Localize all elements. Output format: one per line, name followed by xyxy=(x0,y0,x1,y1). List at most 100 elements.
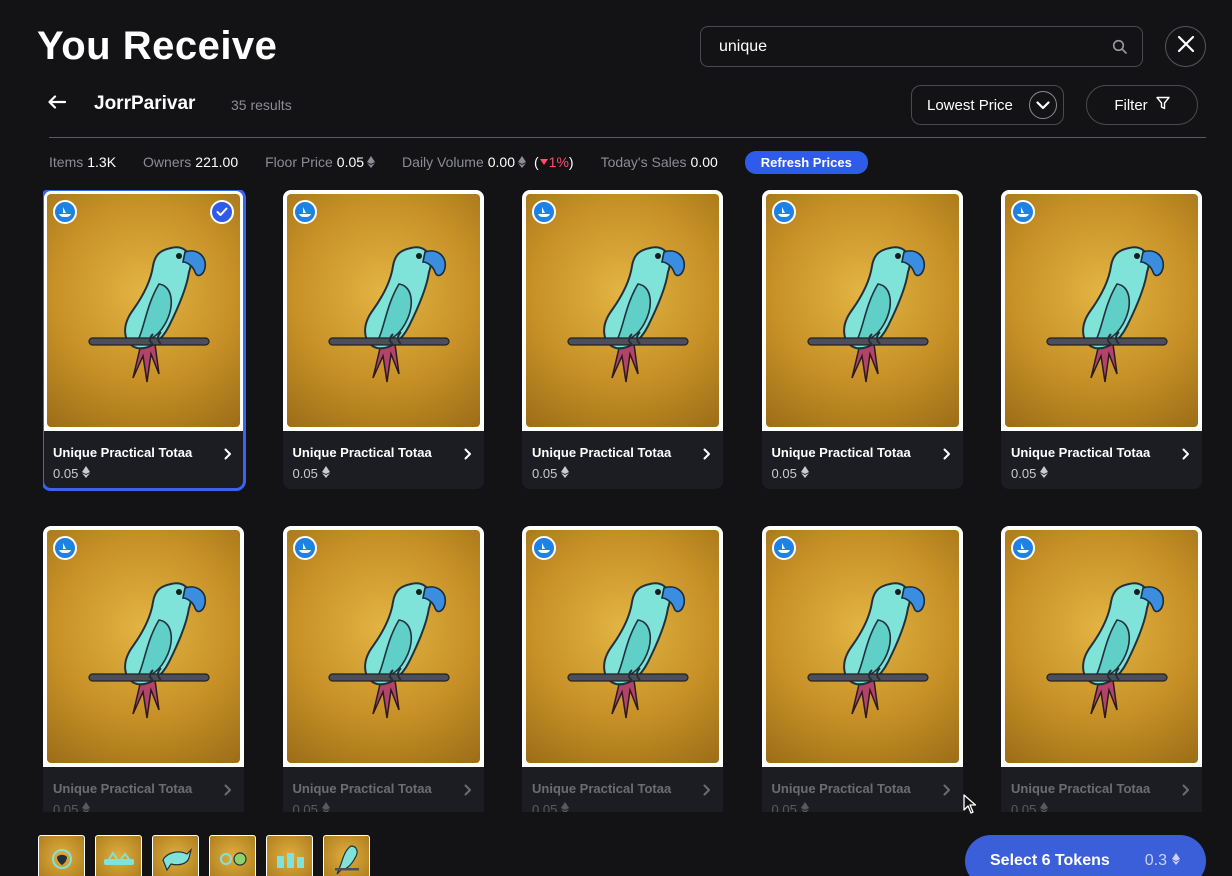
chevron-right-icon[interactable] xyxy=(464,783,474,795)
token-image xyxy=(286,530,480,763)
page-title: You Receive xyxy=(37,24,278,68)
eth-icon xyxy=(518,156,526,168)
select-total-amount: 0.3 xyxy=(1144,852,1167,869)
token-name: Unique Practical Totaa xyxy=(53,445,193,460)
token-image xyxy=(47,530,240,763)
select-tokens-button[interactable]: Select 6 Tokens 0.3 xyxy=(965,835,1206,876)
token-image xyxy=(526,530,719,763)
token-name: Unique Practical Totaa xyxy=(292,445,432,460)
parrot-image-icon xyxy=(567,246,689,383)
chevron-right-icon[interactable] xyxy=(943,783,953,795)
chevron-right-icon[interactable] xyxy=(703,447,713,459)
opensea-icon xyxy=(292,536,317,560)
parrot-image-icon xyxy=(327,246,450,383)
chevron-right-icon[interactable] xyxy=(1182,447,1192,459)
token-card[interactable]: Unique Practical Totaa 0.05 xyxy=(43,190,246,491)
filter-icon xyxy=(1155,96,1170,114)
token-card[interactable]: Unique Practical Totaa 0.05 xyxy=(282,190,484,489)
collection-stats: Items 1.3K Owners 221.00 Floor Price 0.0… xyxy=(49,150,868,174)
token-price: 0.05 xyxy=(772,466,953,481)
token-price: 0.05 xyxy=(772,802,953,812)
selected-token-thumbnail[interactable] xyxy=(38,835,85,876)
token-card[interactable]: Unique Practical Totaa 0.05 xyxy=(522,190,723,489)
token-name: Unique Practical Totaa xyxy=(53,781,193,796)
token-name: Unique Practical Totaa xyxy=(292,781,432,796)
token-name: Unique Practical Totaa xyxy=(532,445,672,460)
search-box[interactable] xyxy=(700,26,1143,67)
search-icon[interactable] xyxy=(1112,39,1128,55)
close-button[interactable] xyxy=(1165,26,1206,67)
chevron-right-icon[interactable] xyxy=(224,783,234,795)
eth-icon xyxy=(1040,802,1049,812)
token-card[interactable]: Unique Practical Totaa 0.05 xyxy=(761,190,963,489)
sort-label: Lowest Price xyxy=(927,96,1013,114)
token-name: Unique Practical Totaa xyxy=(1011,781,1151,796)
chevron-right-icon[interactable] xyxy=(1182,783,1192,795)
selected-token-thumbnail[interactable] xyxy=(323,835,370,876)
token-price: 0.05 xyxy=(293,466,474,481)
volume-change: 1% xyxy=(548,154,569,170)
token-image xyxy=(47,194,240,427)
eth-icon xyxy=(800,802,809,812)
opensea-icon xyxy=(771,536,796,560)
token-card[interactable]: Unique Practical Totaa 0.05 xyxy=(522,526,723,812)
token-card[interactable]: Unique Practical Totaa 0.05 xyxy=(1001,190,1202,489)
close-icon xyxy=(1177,35,1195,58)
chevron-down-icon[interactable] xyxy=(1029,91,1057,119)
mouse-cursor-icon xyxy=(963,794,977,819)
opensea-icon xyxy=(1011,536,1035,560)
selected-token-thumbnail[interactable] xyxy=(152,835,199,876)
stat-daily-volume: Daily Volume 0.00 ( 1% ) xyxy=(402,154,574,170)
search-input[interactable] xyxy=(719,37,1112,56)
chevron-right-icon[interactable] xyxy=(224,447,234,459)
parrot-image-icon xyxy=(1046,246,1168,383)
parrot-image-icon xyxy=(567,582,689,719)
token-image xyxy=(526,194,719,427)
opensea-icon xyxy=(532,536,556,560)
parrot-image-icon xyxy=(88,582,210,719)
eth-icon xyxy=(1040,466,1049,481)
opensea-icon xyxy=(53,536,77,560)
token-image xyxy=(286,194,480,427)
back-button[interactable] xyxy=(48,92,68,116)
parrot-image-icon xyxy=(806,582,929,719)
token-image xyxy=(1005,530,1198,763)
token-name: Unique Practical Totaa xyxy=(771,781,911,796)
token-price: 0.05 xyxy=(532,466,713,481)
token-card[interactable]: Unique Practical Totaa 0.05 xyxy=(1001,526,1202,812)
eth-icon xyxy=(321,466,330,481)
parrot-image-icon xyxy=(806,246,929,383)
opensea-icon xyxy=(532,200,556,224)
stat-todays-sales: Today's Sales 0.00 xyxy=(600,154,718,170)
refresh-prices-button[interactable]: Refresh Prices xyxy=(744,150,868,174)
parrot-image-icon xyxy=(88,246,210,383)
selected-token-thumbnail[interactable] xyxy=(95,835,142,876)
eth-icon xyxy=(82,466,91,481)
chevron-right-icon[interactable] xyxy=(464,447,474,459)
selected-token-thumbnail[interactable] xyxy=(209,835,256,876)
eth-icon xyxy=(82,802,91,812)
opensea-icon xyxy=(292,200,317,224)
token-card[interactable]: Unique Practical Totaa 0.05 xyxy=(282,526,484,812)
stat-floor-price: Floor Price 0.05 xyxy=(265,154,376,170)
eth-icon xyxy=(561,802,570,812)
arrow-left-icon xyxy=(48,94,67,114)
token-name: Unique Practical Totaa xyxy=(1011,445,1151,460)
filter-label: Filter xyxy=(1114,96,1148,114)
selected-token-thumbnail[interactable] xyxy=(266,835,313,876)
chevron-right-icon[interactable] xyxy=(703,783,713,795)
chevron-right-icon[interactable] xyxy=(943,447,953,459)
token-card[interactable]: Unique Practical Totaa 0.05 xyxy=(761,526,963,812)
eth-icon xyxy=(321,802,330,812)
parrot-image-icon xyxy=(327,582,450,719)
parrot-image-icon xyxy=(1046,582,1168,719)
token-price: 0.05 xyxy=(53,802,234,812)
results-count: 35 results xyxy=(231,97,292,113)
token-name: Unique Practical Totaa xyxy=(532,781,672,796)
token-price: 0.05 xyxy=(1011,466,1192,481)
sort-dropdown[interactable]: Lowest Price xyxy=(911,85,1064,125)
token-name: Unique Practical Totaa xyxy=(771,445,911,460)
filter-button[interactable]: Filter xyxy=(1086,85,1198,125)
token-card[interactable]: Unique Practical Totaa 0.05 xyxy=(43,526,244,812)
opensea-icon xyxy=(53,200,77,224)
